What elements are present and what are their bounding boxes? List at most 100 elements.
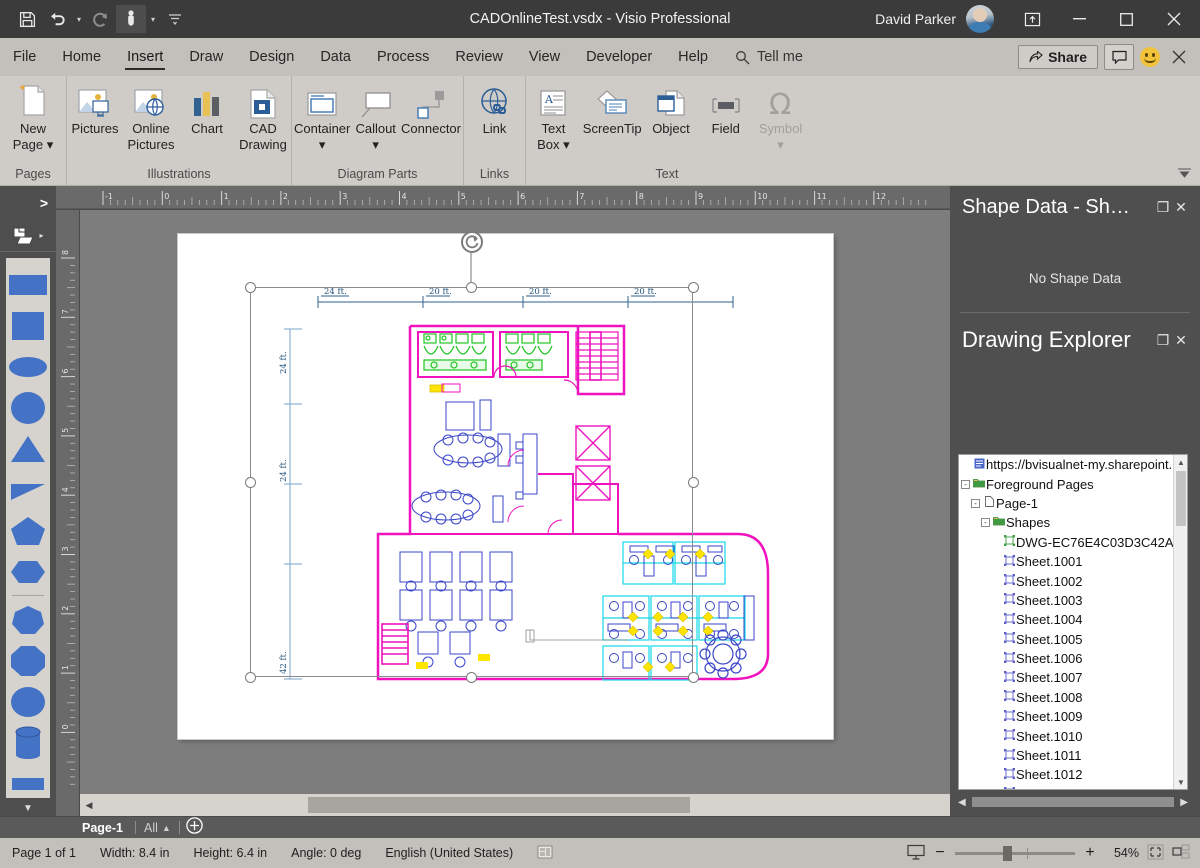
shape-hexagon[interactable] — [6, 551, 50, 592]
close-icon[interactable]: ✕ — [1172, 332, 1190, 349]
tree-item[interactable]: Sheet.1004 — [959, 610, 1173, 629]
zoom-in-button[interactable]: + — [1083, 844, 1097, 862]
touch-mode-dropdown-icon[interactable]: ▾ — [146, 5, 160, 33]
tab-help[interactable]: Help — [665, 38, 721, 76]
container-dropdown-caret-icon[interactable]: ▾ — [319, 138, 326, 152]
tell-me-search[interactable]: Tell me — [735, 38, 803, 76]
new-page-button[interactable]: New Page ▾ — [0, 82, 66, 152]
customize-qat-icon[interactable] — [160, 5, 190, 33]
tree-item[interactable]: - Page-1 — [959, 494, 1173, 513]
tree-item[interactable]: Sheet.1008 — [959, 688, 1173, 707]
screentip-button[interactable]: ScreenTip — [581, 82, 644, 136]
shape-heptagon[interactable] — [6, 599, 50, 640]
drawing-explorer-tree[interactable]: https://bvisualnet-my.sharepoint. - Foregr… — [958, 454, 1188, 790]
chart-button[interactable]: Chart — [179, 82, 235, 136]
tree-item[interactable]: Sheet.1003 — [959, 591, 1173, 610]
online-pictures-button[interactable]: Online Pictures — [123, 82, 179, 152]
tree-expander[interactable]: - — [961, 479, 970, 489]
shape-rectangle[interactable] — [6, 264, 50, 305]
tree-scroll-right-icon[interactable]: ▶ — [1180, 797, 1188, 808]
add-page-button[interactable] — [186, 816, 203, 839]
tree-expander[interactable]: - — [971, 498, 980, 508]
tree-vertical-scrollbar[interactable]: ▲ ▼ — [1173, 455, 1187, 789]
comments-icon[interactable] — [1104, 44, 1134, 70]
tree-item[interactable]: - Shapes — [959, 513, 1173, 532]
tree-item[interactable]: DWG-EC76E4C03D3C42AD — [959, 533, 1173, 552]
shapes-stencil-list[interactable] — [6, 258, 50, 798]
undo-dropdown-icon[interactable]: ▾ — [72, 5, 86, 33]
tree-item[interactable]: - Foreground Pages — [959, 474, 1173, 493]
shape-nonagon[interactable] — [6, 681, 50, 722]
tree-item[interactable]: Sheet.1001 — [959, 552, 1173, 571]
user-name[interactable]: David Parker — [875, 11, 956, 27]
tree-item[interactable]: Sheet.1012 — [959, 765, 1173, 784]
connector-button[interactable]: Connector — [399, 82, 463, 136]
scroll-down-icon[interactable]: ▼ — [0, 803, 56, 814]
shape-cylinder[interactable] — [6, 722, 50, 763]
shape-ellipse[interactable] — [6, 346, 50, 387]
selection-handle-sw[interactable] — [245, 672, 256, 683]
status-language[interactable]: English (United States) — [373, 846, 525, 860]
tab-process[interactable]: Process — [364, 38, 442, 76]
tab-developer[interactable]: Developer — [573, 38, 665, 76]
touch-mode-icon[interactable] — [116, 5, 146, 33]
close-icon[interactable] — [1166, 44, 1192, 70]
tree-item[interactable]: Sheet.1002 — [959, 571, 1173, 590]
redo-icon[interactable] — [86, 5, 116, 33]
text-box-button[interactable]: A Text Box ▾ — [526, 82, 581, 152]
tree-rows[interactable]: https://bvisualnet-my.sharepoint. - Foregr… — [959, 455, 1173, 789]
tab-view[interactable]: View — [516, 38, 573, 76]
collapse-ribbon-icon[interactable] — [1177, 166, 1192, 181]
zoom-slider-thumb[interactable] — [1003, 845, 1012, 861]
zoom-slider[interactable] — [955, 845, 1075, 861]
ribbon-display-options-icon[interactable] — [1010, 3, 1055, 35]
undo-icon[interactable] — [42, 5, 72, 33]
selection-handle-e[interactable] — [688, 477, 699, 488]
tree-item[interactable]: Sheet.1011 — [959, 746, 1173, 765]
avatar[interactable] — [966, 5, 994, 33]
tree-scroll-up-icon[interactable]: ▲ — [1174, 455, 1187, 469]
shape-pentagon[interactable] — [6, 510, 50, 551]
tree-item[interactable]: https://bvisualnet-my.sharepoint. — [959, 455, 1173, 474]
macro-record-icon[interactable] — [525, 845, 565, 862]
field-button[interactable]: Field — [698, 82, 753, 136]
restore-icon[interactable]: ❐ — [1154, 332, 1172, 349]
share-button[interactable]: Share — [1018, 45, 1098, 69]
shape-circle[interactable] — [6, 387, 50, 428]
smiley-icon[interactable] — [1140, 47, 1160, 67]
fit-page-icon[interactable] — [1147, 844, 1164, 863]
tree-scroll-left-icon[interactable]: ◀ — [958, 797, 966, 808]
zoom-level[interactable]: 54% — [1105, 846, 1139, 860]
container-button[interactable]: Container ▾ — [292, 82, 352, 152]
tab-draw[interactable]: Draw — [176, 38, 236, 76]
tab-insert[interactable]: Insert — [114, 38, 176, 76]
object-button[interactable]: Object — [644, 82, 699, 136]
selection-handle-n[interactable] — [466, 282, 477, 293]
restore-icon[interactable]: ❐ — [1154, 199, 1172, 216]
tree-scroll-thumb[interactable] — [1176, 471, 1186, 526]
text-box-dropdown-caret-icon[interactable]: ▾ — [563, 137, 570, 152]
rotation-handle[interactable] — [461, 231, 483, 253]
symbol-button[interactable]: Ω Symbol ▾ — [753, 82, 808, 152]
shape-octagon[interactable] — [6, 640, 50, 681]
maximize-icon[interactable] — [1104, 3, 1149, 35]
fit-window-icon[interactable] — [1172, 843, 1190, 863]
shape-triangle[interactable] — [6, 428, 50, 469]
selection-handle-s[interactable] — [466, 672, 477, 683]
tree-item[interactable]: Sheet.1009 — [959, 707, 1173, 726]
tree-item[interactable]: Sheet.1013 — [959, 785, 1173, 789]
close-icon[interactable]: ✕ — [1172, 199, 1190, 216]
tab-review[interactable]: Review — [442, 38, 516, 76]
tab-file[interactable]: File — [0, 38, 49, 76]
all-pages-button[interactable]: All ▲ — [136, 821, 179, 835]
shape-right-triangle[interactable] — [6, 469, 50, 510]
callout-dropdown-caret-icon[interactable]: ▾ — [372, 138, 379, 152]
more-shapes-icon[interactable]: ▸ — [0, 220, 56, 252]
selection-handle-se[interactable] — [688, 672, 699, 683]
tree-horizontal-scrollbar[interactable]: ◀ ▶ — [958, 794, 1188, 810]
callout-button[interactable]: Callout ▾ — [352, 82, 399, 152]
tree-hscroll-thumb[interactable] — [971, 797, 1175, 807]
pictures-button[interactable]: Pictures — [67, 82, 123, 136]
close-icon[interactable] — [1151, 3, 1196, 35]
tree-scroll-down-icon[interactable]: ▼ — [1174, 775, 1187, 789]
